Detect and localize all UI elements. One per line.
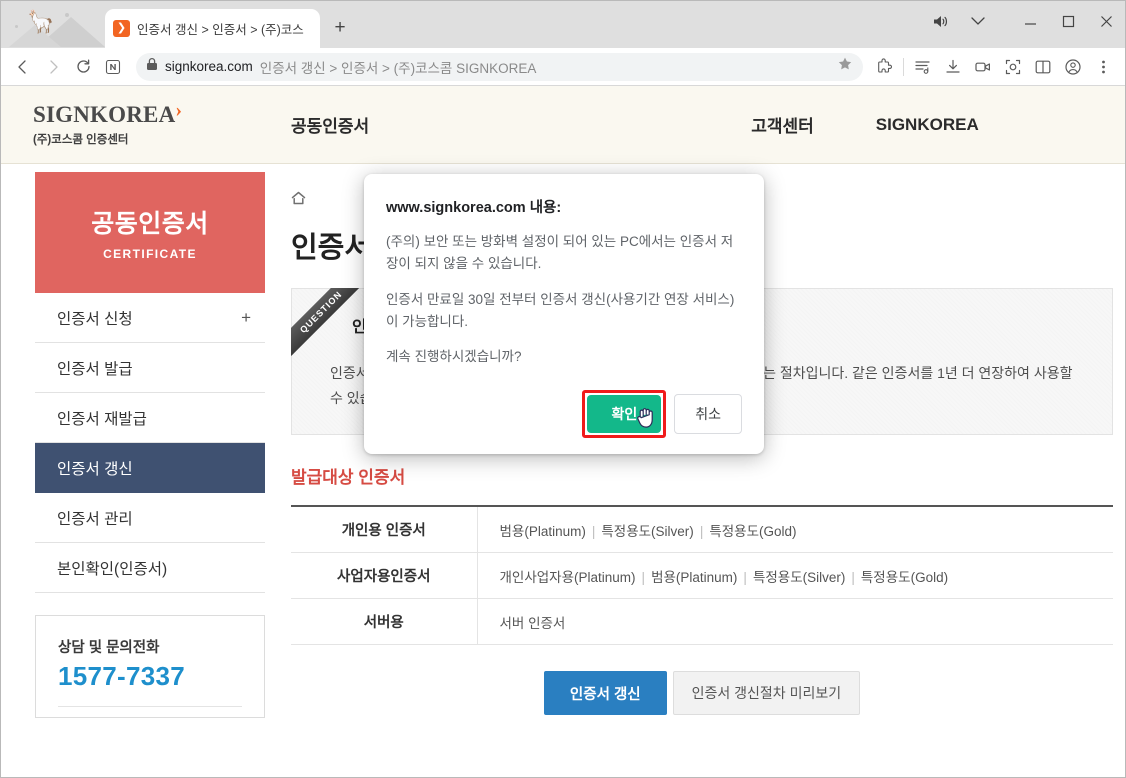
site-header: SIGNKOREA› (주)코스콤 인증센터 공동인증서 고객센터 SIGNKO… [1,86,1125,164]
sidebar-item-identity-verification[interactable]: 본인확인(인증서) [35,543,265,593]
tab-strip: 🦙 ❯ 인증서 갱신 > 인증서 > (주)코스 + [1,1,1125,48]
sidebar-hero-title: 공동인증서 [91,210,209,238]
logo-chevron-icon: › [175,99,183,121]
section-title: 발급대상 인증서 [291,468,406,487]
sidebar-item-label: 인증서 재발급 [57,410,147,428]
nav-item-customer-center[interactable]: 고객센터 [751,112,814,137]
table-row-header: 서버용 [291,598,478,645]
page-viewport: SIGNKOREA› (주)코스콤 인증센터 공동인증서 고객센터 SIGNKO… [1,86,1125,777]
logo-wordmark: SIGNKOREA› [33,99,183,128]
preview-renewal-process-button[interactable]: 인증서 갱신절차 미리보기 [672,671,861,715]
profile-icon[interactable] [1058,52,1088,82]
home-icon[interactable] [291,191,306,208]
certificate-table: 개인용 인증서 범용(Platinum) | 특정용도(Silver) | 특정용도(G… [291,505,1113,645]
table-row-values: 범용(Platinum) | 특정용도(Silver) | 특정용도(Gold) [499,523,797,539]
screen-record-icon[interactable] [968,52,998,82]
tab-favicon-icon: ❯ [113,20,130,37]
cert-option: 특정용도(Silver) [752,569,846,585]
dialog-cancel-button[interactable]: 취소 [674,394,742,435]
window-controls [921,1,1125,41]
nav-item-certificate[interactable]: 공동인증서 [291,112,369,137]
back-arrow-icon[interactable] [8,52,38,82]
tab-title: 인증서 갱신 > 인증서 > (주)코스 [137,23,304,37]
naver-whale-app-icon[interactable] [98,52,128,82]
logo-sign-text: SIGN [33,102,91,127]
table-row-header: 사업자용인증서 [291,552,478,599]
minimize-button[interactable] [1011,1,1049,41]
logo-korea-text: KOREA [90,102,176,127]
reading-list-icon[interactable] [908,52,938,82]
table-row-header: 개인용 인증서 [291,506,478,553]
downloads-icon[interactable] [938,52,968,82]
sidebar-item-issue[interactable]: 인증서 발급 [35,343,265,393]
extensions-puzzle-icon[interactable] [869,52,899,82]
contact-phone-number: 1577-7337 [58,661,186,691]
dialog-confirm-button[interactable]: 확인 [587,395,662,434]
sidebar-item-label: 본인확인(인증서) [57,560,168,578]
url-path: 인증서 갱신 > 인증서 > (주)코스콤 SIGNKOREA [259,60,537,76]
javascript-confirm-dialog: www.signkorea.com 내용: (주의) 보안 또는 방화벽 설정이… [364,174,764,455]
maximize-button[interactable] [1049,1,1087,41]
dialog-title: www.signkorea.com 내용: [386,200,562,216]
sidebar-item-renew[interactable]: 인증서 갱신 [35,443,265,493]
close-button[interactable] [1087,1,1125,41]
logo-subtitle: (주)코스콤 인증센터 [33,134,129,146]
dialog-paragraph-2: 인증서 만료일 30일 전부터 인증서 갱신(사용기간 연장 서비스)이 가능합… [386,291,735,329]
capture-icon[interactable] [998,52,1028,82]
sidebar-item-label: 인증서 발급 [57,360,133,378]
sidebar-hero-subtitle: CERTIFICATE [103,247,197,261]
new-tab-button[interactable]: + [328,16,352,40]
sidebar-hero: 공동인증서 CERTIFICATE [35,172,265,293]
table-row: 서버용 서버 인증서 [291,598,1113,645]
cert-option: 특정용도(Gold) [860,569,949,585]
site-navigation: 공동인증서 고객센터 SIGNKOREA [291,112,979,137]
sidebar-item-apply[interactable]: 인증서 신청 + [35,293,265,343]
browser-window: 🦙 ❯ 인증서 갱신 > 인증서 > (주)코스 + signkorea.com… [0,0,1126,778]
volume-icon[interactable] [921,1,959,41]
address-bar[interactable]: signkorea.com 인증서 갱신 > 인증서 > (주)코스콤 SIGN… [136,52,863,81]
table-row-values: 서버 인증서 [477,599,1113,645]
table-row: 개인용 인증서 범용(Platinum) | 특정용도(Silver) | 특정용도(G… [291,506,1113,553]
cert-option: 특정용도(Silver) [601,523,694,539]
bird-icon: 🦙 [27,9,55,34]
renew-certificate-button[interactable]: 인증서 갱신 [543,671,667,715]
table-row: 사업자용인증서 개인사업자용(Platinum) | 범용(Platinum) | 특정… [291,552,1113,599]
sidebar: 공동인증서 CERTIFICATE 인증서 신청 + 인증서 발급 인증서 재발… [1,164,279,718]
dialog-paragraph-1: (주의) 보안 또는 방화벽 설정이 되어 있는 PC에서는 인증서 저장이 되… [386,234,734,271]
cert-option: 범용(Platinum) [651,569,738,585]
nav-item-signkorea[interactable]: SIGNKOREA [876,115,979,135]
more-menu-icon[interactable] [1088,52,1118,82]
sidebar-item-label: 인증서 갱신 [57,460,133,478]
action-buttons: 인증서 갱신 인증서 갱신절차 미리보기 [291,671,1113,715]
sidebar-item-label: 인증서 신청 [57,310,133,328]
reload-icon[interactable] [68,52,98,82]
chevron-down-icon[interactable] [959,1,997,41]
site-logo[interactable]: SIGNKOREA› (주)코스콤 인증센터 [33,99,283,147]
sidebar-item-label: 인증서 관리 [57,510,133,528]
sidebar-item-reissue[interactable]: 인증서 재발급 [35,393,265,443]
table-row-values: 개인사업자용(Platinum) | 범용(Platinum) | 특정용도(Silve… [499,569,949,585]
expand-plus-icon[interactable]: + [241,308,251,328]
ok-button-highlight: 확인 [582,390,667,439]
question-ribbon-label: QUESTION [291,288,365,356]
split-view-icon[interactable] [1028,52,1058,82]
sidebar-item-manage[interactable]: 인증서 관리 [35,493,265,543]
question-ribbon: QUESTION [291,288,365,362]
cert-option: 범용(Platinum) [499,523,586,539]
browser-theme-artwork: 🦙 [9,9,109,47]
forward-arrow-icon[interactable] [38,52,68,82]
contact-box: 상담 및 문의전화 1577-7337 [35,615,265,718]
url-host: signkorea.com [165,59,253,74]
navigation-toolbar: signkorea.com 인증서 갱신 > 인증서 > (주)코스콤 SIGN… [1,48,1125,86]
dialog-paragraph-3: 계속 진행하시겠습니까? [386,349,522,365]
cert-option: 서버 인증서 [499,615,566,631]
contact-divider [58,706,242,707]
browser-tab[interactable]: ❯ 인증서 갱신 > 인증서 > (주)코스 [105,9,320,48]
contact-label: 상담 및 문의전화 [58,640,160,656]
cert-option: 특정용도(Gold) [709,523,797,539]
bookmark-star-icon[interactable] [837,56,853,77]
lock-icon [146,57,158,76]
cert-option: 개인사업자용(Platinum) [499,569,636,585]
dialog-actions: 확인 취소 [386,390,742,439]
